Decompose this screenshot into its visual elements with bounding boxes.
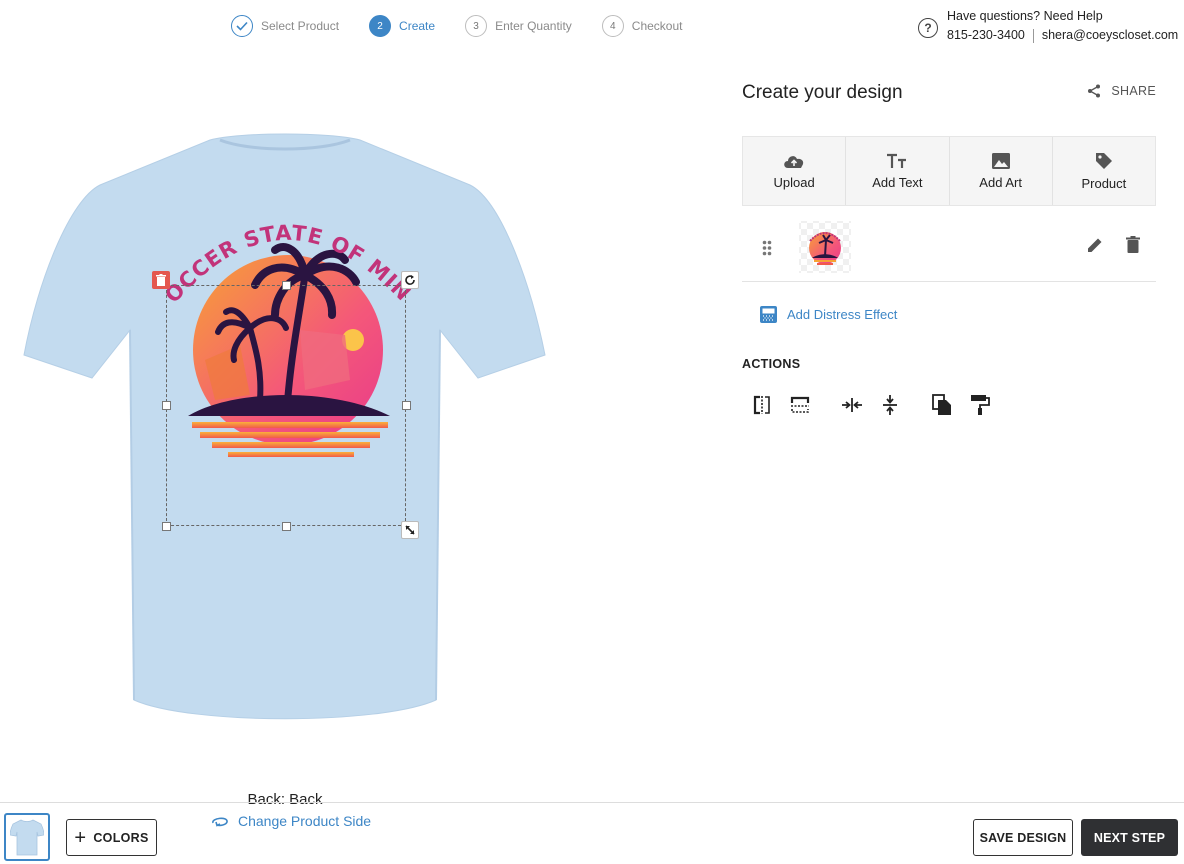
product-button[interactable]: Product — [1052, 137, 1155, 205]
tool-bar: Upload Add Text Add Art Product — [742, 136, 1156, 206]
step-label: Create — [399, 19, 436, 33]
image-icon — [991, 152, 1010, 169]
layer-thumbnail — [799, 221, 851, 273]
resize-handle-bottom-left[interactable] — [162, 522, 171, 531]
help-email[interactable]: shera@coeyscloset.com — [1042, 28, 1178, 42]
question-icon: ? — [918, 18, 938, 38]
tag-icon — [1095, 152, 1112, 169]
product-color-swatch[interactable] — [4, 813, 50, 861]
add-art-button[interactable]: Add Art — [949, 137, 1053, 205]
add-text-label: Add Text — [872, 174, 923, 190]
step-label: Select Product — [261, 19, 340, 33]
resize-handle-top[interactable] — [282, 281, 291, 290]
design-canvas[interactable]: SOCCER STATE OF MIND Back: Back Change P… — [0, 60, 570, 829]
flip-horizontal-icon[interactable] — [750, 393, 774, 417]
text-icon — [887, 153, 907, 168]
distress-label: Add Distress Effect — [787, 307, 898, 322]
footer-bar: + COLORS SAVE DESIGN NEXT STEP — [0, 802, 1184, 864]
help-question: Have questions? Need Help — [947, 9, 1103, 23]
check-icon — [231, 15, 253, 37]
flip-vertical-icon[interactable] — [788, 393, 812, 417]
step-number: 4 — [601, 15, 624, 37]
step-enter-quantity[interactable]: 3 Enter Quantity — [465, 15, 572, 37]
save-design-button[interactable]: SAVE DESIGN — [973, 819, 1073, 856]
help-contact: ? Have questions? Need Help 815-230-3400… — [918, 9, 1178, 43]
resize-handle-bottom[interactable] — [282, 522, 291, 531]
tshirt-thumbnail-icon — [10, 819, 44, 856]
product-label: Product — [1081, 175, 1127, 191]
add-colors-button[interactable]: + COLORS — [66, 819, 157, 856]
share-label: SHARE — [1111, 84, 1156, 98]
actions-toolbar — [750, 393, 1006, 417]
layer-row[interactable] — [742, 216, 1156, 282]
duplicate-icon[interactable] — [930, 393, 954, 417]
trash-icon[interactable] — [1126, 236, 1140, 254]
add-distress-effect-link[interactable]: Add Distress Effect — [760, 306, 897, 323]
add-art-label: Add Art — [979, 174, 1022, 190]
step-label: Enter Quantity — [495, 19, 572, 33]
delete-layer-icon[interactable] — [152, 271, 170, 289]
next-step-button[interactable]: NEXT STEP — [1081, 819, 1178, 856]
upload-label: Upload — [773, 174, 815, 190]
upload-button[interactable]: Upload — [743, 137, 847, 205]
rotate-icon[interactable] — [401, 271, 419, 289]
pencil-icon[interactable] — [1086, 236, 1104, 254]
step-label: Checkout — [631, 19, 683, 33]
share-icon — [1088, 84, 1101, 98]
share-button[interactable]: SHARE — [1087, 84, 1156, 98]
resize-handle-right[interactable] — [402, 401, 411, 410]
step-number: 3 — [465, 15, 488, 37]
divider — [1032, 28, 1034, 43]
center-horizontal-icon[interactable] — [840, 393, 864, 417]
cloud-upload-icon — [784, 155, 804, 168]
design-panel: Create your design SHARE Upload Add Text… — [742, 70, 1156, 415]
actions-heading: ACTIONS — [742, 357, 801, 371]
resize-handle-left[interactable] — [162, 401, 171, 410]
step-select-product[interactable]: Select Product — [231, 15, 339, 37]
help-phone[interactable]: 815-230-3400 — [947, 28, 1025, 42]
step-checkout[interactable]: 4 Checkout — [601, 15, 683, 37]
plus-icon: + — [74, 826, 87, 849]
colors-label: COLORS — [93, 830, 149, 845]
step-number: 2 — [369, 15, 392, 37]
add-text-button[interactable]: Add Text — [846, 137, 950, 205]
distress-icon — [760, 306, 777, 323]
selection-box[interactable] — [166, 285, 406, 526]
paint-format-icon[interactable] — [968, 393, 992, 417]
step-create[interactable]: 2 Create — [369, 15, 435, 37]
drag-handle-icon[interactable] — [762, 240, 772, 256]
center-vertical-icon[interactable] — [878, 393, 902, 417]
scale-icon[interactable] — [401, 521, 419, 539]
progress-stepper: Select Product 2 Create 3 Enter Quantity… — [231, 15, 713, 37]
